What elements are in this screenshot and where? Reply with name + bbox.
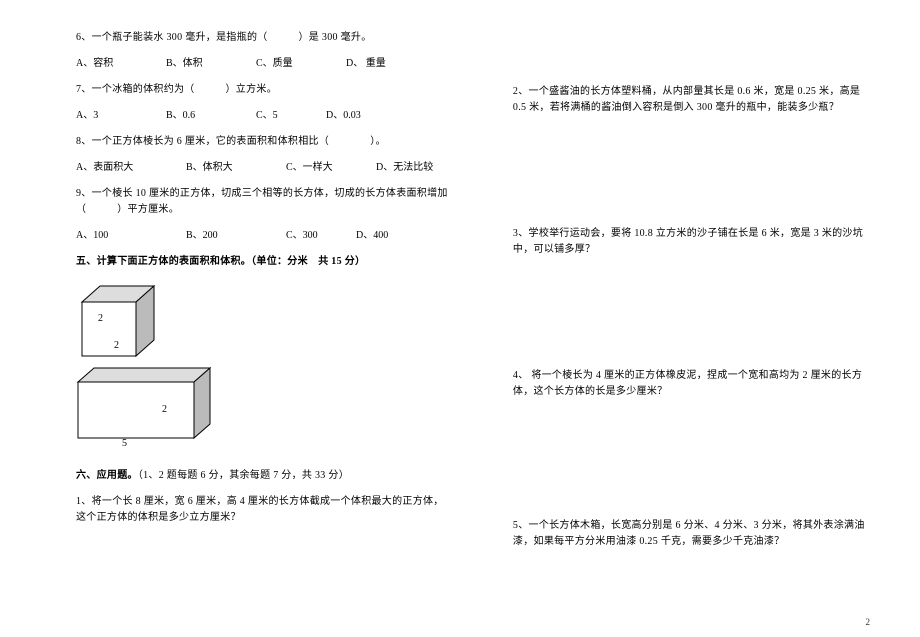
section-6-label: 六、应用题。 xyxy=(76,470,138,481)
problem-5: 5、一个长方体木箱，长宽高分别是 6 分米、4 分米、3 分米，将其外表涂满油漆… xyxy=(513,518,870,550)
option-6c: C、质量 xyxy=(256,56,346,72)
option-9b: B、200 xyxy=(186,228,286,244)
option-8a: A、表面积大 xyxy=(76,160,186,176)
option-7d: D、0.03 xyxy=(326,108,361,124)
problem-3: 3、学校举行运动会，要将 10.8 立方米的沙子铺在长是 6 米，宽是 3 米的… xyxy=(513,226,870,258)
section-5-heading: 五、计算下面正方体的表面积和体积。（单位：分米 共 15 分） xyxy=(76,254,453,270)
cuboid-figure: 2 5 xyxy=(76,366,226,452)
option-8d: D、无法比较 xyxy=(376,160,433,176)
options-7: A、3 B、0.6 C、5 D、0.03 xyxy=(76,108,453,124)
figures: 2 2 2 5 xyxy=(76,282,453,452)
option-8c: C、一样大 xyxy=(286,160,376,176)
option-9c: C、300 xyxy=(286,228,356,244)
option-7c: C、5 xyxy=(256,108,326,124)
right-column: 2、一个盛酱油的长方体塑料桶，从内部量其长是 0.6 米，宽是 0.25 米，高… xyxy=(513,30,870,560)
options-8: A、表面积大 B、体积大 C、一样大 D、无法比较 xyxy=(76,160,453,176)
option-7b: B、0.6 xyxy=(166,108,256,124)
section-6-detail: （1、2 题每题 6 分，其余每题 7 分，共 33 分） xyxy=(138,470,349,481)
option-6d: D、 重量 xyxy=(346,56,386,72)
question-6: 6、一个瓶子能装水 300 毫升，是指瓶的（ ）是 300 毫升。 xyxy=(76,30,453,46)
left-column: 6、一个瓶子能装水 300 毫升，是指瓶的（ ）是 300 毫升。 A、容积 B… xyxy=(76,30,453,560)
options-9: A、100 B、200 C、300 D、400 xyxy=(76,228,453,244)
cube-figure: 2 2 xyxy=(76,282,176,360)
option-6a: A、容积 xyxy=(76,56,166,72)
problem-1: 1、将一个长 8 厘米，宽 6 厘米，高 4 厘米的长方体截成一个体积最大的正方… xyxy=(76,494,453,526)
cube-dim-bottom: 2 xyxy=(114,340,119,351)
option-8b: B、体积大 xyxy=(186,160,286,176)
page-number: 2 xyxy=(866,617,871,627)
options-6: A、容积 B、体积 C、质量 D、 重量 xyxy=(76,56,453,72)
cuboid-svg xyxy=(76,366,226,452)
question-9: 9、一个棱长 10 厘米的正方体，切成三个相等的长方体，切成的长方体表面积增加（… xyxy=(76,186,453,218)
question-8: 8、一个正方体棱长为 6 厘米，它的表面积和体积相比（ ）。 xyxy=(76,134,453,150)
cuboid-dim-height: 2 xyxy=(162,404,167,415)
option-9a: A、100 xyxy=(76,228,186,244)
problem-4: 4、 将一个棱长为 4 厘米的正方体橡皮泥，捏成一个宽和高均为 2 厘米的长方体… xyxy=(513,368,870,400)
cube-svg xyxy=(76,282,176,360)
option-7a: A、3 xyxy=(76,108,166,124)
option-6b: B、体积 xyxy=(166,56,256,72)
problem-2: 2、一个盛酱油的长方体塑料桶，从内部量其长是 0.6 米，宽是 0.25 米，高… xyxy=(513,84,870,116)
section-6-heading: 六、应用题。（1、2 题每题 6 分，其余每题 7 分，共 33 分） xyxy=(76,468,453,484)
question-7: 7、一个冰箱的体积约为（ ）立方米。 xyxy=(76,82,453,98)
cuboid-dim-width: 5 xyxy=(122,438,127,449)
option-9d: D、400 xyxy=(356,228,388,244)
cube-dim-left: 2 xyxy=(98,313,103,324)
